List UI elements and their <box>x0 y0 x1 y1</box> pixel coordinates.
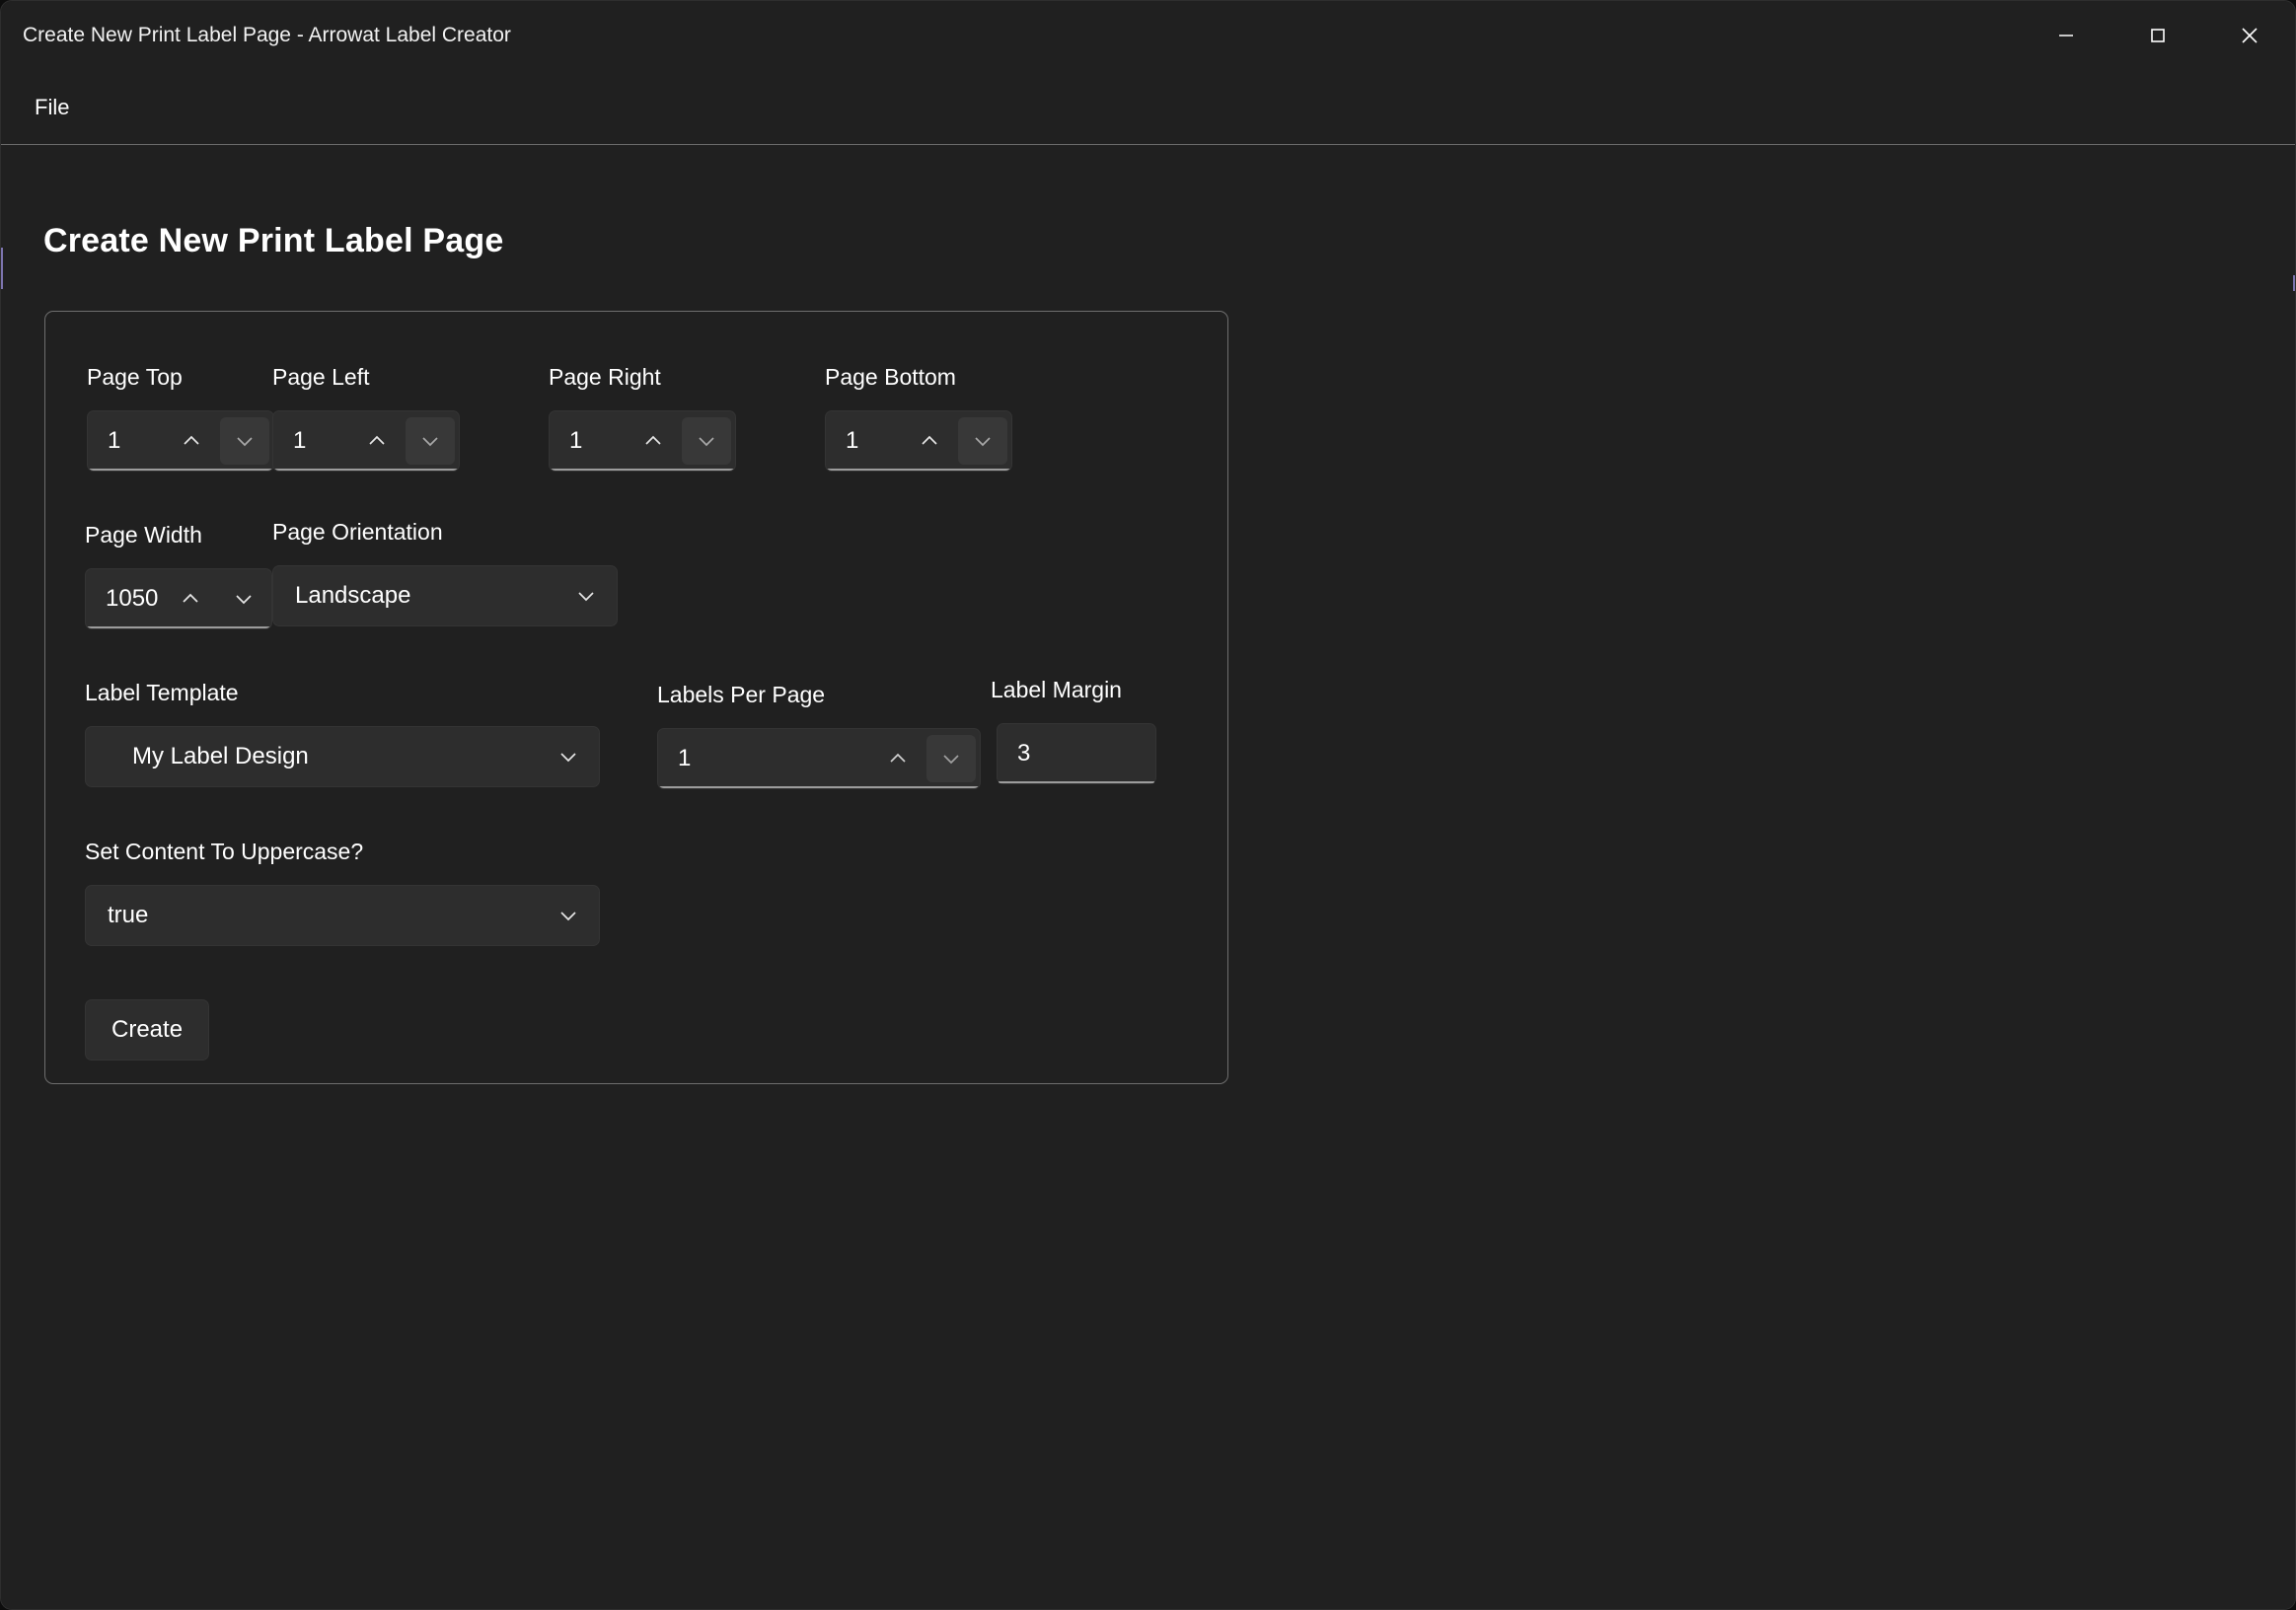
field-label-page-width: Page Width <box>85 522 202 548</box>
label-margin-value[interactable]: 3 <box>1017 742 1030 766</box>
page-bottom-numberbox[interactable]: 1 <box>825 410 1012 472</box>
label-template-value: My Label Design <box>132 745 309 768</box>
title-bar[interactable]: Create New Print Label Page - Arrowat La… <box>1 1 2295 70</box>
label-margin-textbox[interactable]: 3 <box>997 723 1156 784</box>
close-button[interactable] <box>2203 1 2295 70</box>
field-uppercase: Set Content To Uppercase? true <box>85 841 600 946</box>
chevron-down-icon <box>938 746 964 771</box>
field-label-page-left: Page Left <box>272 364 370 390</box>
window-edge-accent <box>1 248 3 289</box>
window-controls <box>2020 1 2295 70</box>
chevron-up-icon <box>179 428 204 454</box>
chevron-down-icon <box>232 428 258 454</box>
field-label-labels-per-page: Labels Per Page <box>657 682 826 707</box>
field-label-uppercase: Set Content To Uppercase? <box>85 839 364 864</box>
chevron-down-icon <box>970 428 996 454</box>
page-content: Create New Print Label Page Page Top 1 P… <box>1 145 2295 1609</box>
page-bottom-increment-button[interactable] <box>905 417 954 465</box>
maximize-icon <box>2148 26 2168 45</box>
field-label-label-template: Label Template <box>85 680 239 705</box>
page-left-value[interactable]: 1 <box>273 429 352 453</box>
chevron-down-icon <box>573 583 599 609</box>
page-width-decrement-button[interactable] <box>219 575 268 622</box>
chevron-up-icon <box>640 428 666 454</box>
field-page-right: Page Right 1 <box>549 366 736 472</box>
labels-per-page-increment-button[interactable] <box>873 735 923 782</box>
page-right-increment-button[interactable] <box>629 417 678 465</box>
maximize-button[interactable] <box>2111 1 2203 70</box>
window-title: Create New Print Label Page - Arrowat La… <box>23 24 511 46</box>
field-label-margin: Label Margin 3 <box>991 677 1156 784</box>
field-label-page-orientation: Page Orientation <box>272 519 443 545</box>
menu-bar: File <box>1 70 2295 145</box>
close-icon <box>2239 25 2260 46</box>
page-bottom-value[interactable]: 1 <box>826 429 905 453</box>
uppercase-combobox[interactable]: true <box>85 885 600 946</box>
field-labels-per-page: Labels Per Page 1 <box>657 684 981 789</box>
page-top-value[interactable]: 1 <box>88 429 167 453</box>
window-edge-accent-right <box>2293 275 2295 291</box>
chevron-down-icon <box>555 903 581 928</box>
page-top-increment-button[interactable] <box>167 417 216 465</box>
chevron-down-icon <box>555 744 581 769</box>
field-page-top: Page Top 1 <box>87 366 274 472</box>
menu-item-file[interactable]: File <box>23 70 81 145</box>
chevron-up-icon <box>364 428 390 454</box>
app-window: Create New Print Label Page - Arrowat La… <box>0 0 2296 1610</box>
field-label-page-bottom: Page Bottom <box>825 364 956 390</box>
uppercase-value: true <box>108 904 149 927</box>
page-width-value[interactable]: 1050 <box>86 587 166 611</box>
field-page-left: Page Left 1 <box>272 366 460 472</box>
chevron-up-icon <box>917 428 942 454</box>
minimize-icon <box>2056 26 2076 45</box>
page-title: Create New Print Label Page <box>43 222 504 259</box>
page-right-numberbox[interactable]: 1 <box>549 410 736 472</box>
field-label-label-margin: Label Margin <box>991 677 1122 702</box>
label-template-combobox[interactable]: My Label Design <box>85 726 600 787</box>
page-orientation-combobox[interactable]: Landscape <box>272 565 618 626</box>
menu-item-label: File <box>35 95 70 119</box>
page-top-decrement-button[interactable] <box>220 417 269 465</box>
page-orientation-value: Landscape <box>295 584 411 608</box>
field-page-bottom: Page Bottom 1 <box>825 366 1012 472</box>
field-label-template: Label Template My Label Design <box>85 682 600 787</box>
form-card: Page Top 1 Page Left 1 Page Right 1 Page… <box>44 311 1228 1084</box>
chevron-down-icon <box>417 428 443 454</box>
labels-per-page-decrement-button[interactable] <box>926 735 976 782</box>
page-bottom-decrement-button[interactable] <box>958 417 1007 465</box>
field-label-page-top: Page Top <box>87 364 183 390</box>
minimize-button[interactable] <box>2020 1 2111 70</box>
create-button[interactable]: Create <box>85 999 210 1061</box>
page-left-increment-button[interactable] <box>352 417 402 465</box>
labels-per-page-value[interactable]: 1 <box>658 747 873 770</box>
field-label-page-right: Page Right <box>549 364 661 390</box>
labels-per-page-numberbox[interactable]: 1 <box>657 728 981 789</box>
chevron-up-icon <box>885 746 911 771</box>
page-left-decrement-button[interactable] <box>406 417 455 465</box>
field-page-width: Page Width 1050 <box>85 524 272 629</box>
field-page-orientation: Page Orientation Landscape <box>272 521 618 626</box>
page-width-numberbox[interactable]: 1050 <box>85 568 272 629</box>
page-left-numberbox[interactable]: 1 <box>272 410 460 472</box>
chevron-up-icon <box>178 586 203 612</box>
page-right-decrement-button[interactable] <box>682 417 731 465</box>
page-top-numberbox[interactable]: 1 <box>87 410 274 472</box>
page-right-value[interactable]: 1 <box>550 429 629 453</box>
create-button-label: Create <box>111 1016 184 1043</box>
chevron-down-icon <box>694 428 719 454</box>
page-width-increment-button[interactable] <box>166 575 215 622</box>
chevron-down-icon <box>231 586 257 612</box>
